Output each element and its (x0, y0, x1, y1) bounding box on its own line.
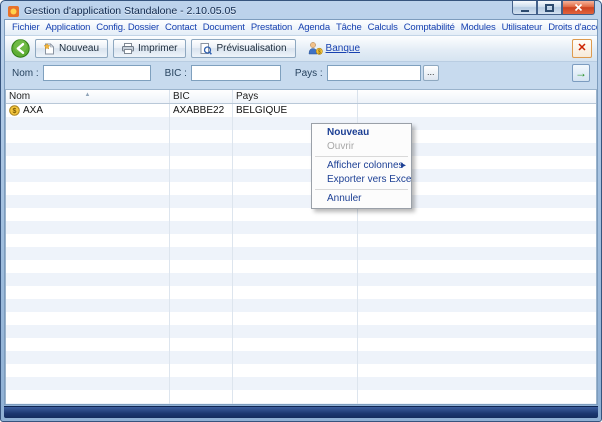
pays-filter-input[interactable] (327, 65, 421, 81)
menu-item-utilisateur[interactable]: Utilisateur (499, 22, 546, 33)
context-menu-item-ouvrir[interactable]: Ouvrir (312, 140, 411, 154)
svg-text:$: $ (317, 49, 320, 55)
banks-table: Nom ▲ BIC Pays (5, 89, 597, 404)
column-header-bic[interactable]: BIC (170, 90, 233, 103)
menu-item-tache[interactable]: Tâche (333, 22, 365, 33)
column-header-nom-label: Nom (9, 91, 30, 102)
cell-pays-value: BELGIQUE (236, 105, 287, 116)
close-panel-icon: ✕ (577, 43, 586, 54)
close-panel-button[interactable]: ✕ (572, 39, 592, 58)
cell-nom: $ AXA (6, 104, 170, 117)
window-body: Fichier Application Config. Dossier Cont… (4, 19, 598, 405)
preview-icon (200, 43, 212, 55)
menu-item-document[interactable]: Document (200, 22, 248, 33)
column-header-nom[interactable]: Nom ▲ (6, 90, 170, 103)
nouveau-button-label: Nouveau (59, 43, 99, 54)
banque-icon: $ (307, 41, 323, 56)
menu-item-fichier[interactable]: Fichier (9, 22, 42, 33)
go-arrow-icon: → (575, 67, 587, 79)
column-header-pays-label: Pays (236, 91, 258, 102)
grid-line (169, 104, 170, 404)
minimize-icon (521, 10, 529, 12)
cell-empty (358, 104, 596, 117)
banque-link[interactable]: Banque (326, 43, 360, 54)
maximize-icon (545, 4, 554, 12)
search-go-button[interactable]: → (572, 64, 590, 82)
maximize-button[interactable] (537, 1, 562, 15)
banque-link-group: $ Banque (307, 41, 360, 56)
menu-item-agenda[interactable]: Agenda (295, 22, 333, 33)
context-menu-item-afficher-colonnes-label: Afficher colonnes (327, 160, 404, 171)
table-row[interactable]: $ AXA AXABBE22 BELGIQUE (6, 104, 596, 117)
context-menu-separator (315, 156, 408, 157)
back-button[interactable] (10, 39, 30, 59)
column-header-bic-label: BIC (173, 91, 190, 102)
svg-text:$: $ (13, 108, 17, 115)
close-button[interactable] (562, 1, 595, 15)
imprimer-button[interactable]: Imprimer (113, 39, 186, 58)
menu-item-prestation[interactable]: Prestation (248, 22, 295, 33)
toolbar: Nouveau Imprimer Prévisualisation (5, 36, 597, 62)
menu-item-config-dossier[interactable]: Config. Dossier (93, 22, 162, 33)
context-menu-item-afficher-colonnes[interactable]: Afficher colonnes ▶ (312, 159, 411, 173)
context-menu: Nouveau Ouvrir Afficher colonnes ▶ Expor… (311, 123, 412, 209)
bic-filter-input[interactable] (191, 65, 281, 81)
cell-bic: AXABBE22 (170, 104, 233, 117)
menu-item-droits-acces[interactable]: Droits d'accès (545, 22, 597, 33)
imprimer-button-label: Imprimer (138, 43, 177, 54)
pays-browse-button[interactable]: ... (423, 65, 439, 81)
sort-asc-icon: ▲ (85, 92, 91, 98)
back-arrow-icon (11, 39, 30, 58)
previsualisation-button-label: Prévisualisation (216, 43, 286, 54)
app-window: Gestion d'application Standalone - 2.10.… (0, 0, 602, 422)
minimize-button[interactable] (512, 1, 537, 15)
grid-line (232, 104, 233, 404)
submenu-arrow-icon: ▶ (401, 159, 406, 173)
app-icon (7, 5, 20, 18)
cell-pays: BELGIQUE (233, 104, 358, 117)
window-controls (512, 1, 595, 15)
nom-filter-input[interactable] (43, 65, 151, 81)
menu-item-calculs[interactable]: Calculs (365, 22, 401, 33)
column-header-empty[interactable] (358, 90, 596, 103)
filter-bar: Nom : BIC : Pays : ... → (5, 62, 597, 84)
cell-bic-value: AXABBE22 (173, 105, 224, 116)
window-title: Gestion d'application Standalone - 2.10.… (24, 5, 236, 17)
menu-item-comptabilite[interactable]: Comptabilité (401, 22, 458, 33)
context-menu-item-exporter-excel[interactable]: Exporter vers Excel (312, 173, 411, 187)
titlebar[interactable]: Gestion d'application Standalone - 2.10.… (1, 1, 601, 19)
column-header-pays[interactable]: Pays (233, 90, 358, 103)
status-bar (4, 406, 598, 418)
nom-filter-label: Nom : (12, 68, 39, 79)
menu-item-application[interactable]: Application (42, 22, 93, 33)
new-document-icon (44, 43, 55, 55)
bic-filter-label: BIC : (165, 68, 187, 79)
context-menu-item-nouveau[interactable]: Nouveau (312, 126, 411, 140)
close-icon (574, 3, 583, 12)
printer-icon (122, 43, 134, 54)
table-header: Nom ▲ BIC Pays (6, 90, 596, 104)
previsualisation-button[interactable]: Prévisualisation (191, 39, 295, 58)
menu-item-contact[interactable]: Contact (162, 22, 200, 33)
menu-item-modules[interactable]: Modules (458, 22, 499, 33)
pays-filter-label: Pays : (295, 68, 323, 79)
context-menu-item-annuler[interactable]: Annuler (312, 192, 411, 206)
money-icon: $ (9, 105, 20, 116)
context-menu-separator (315, 189, 408, 190)
table-body[interactable]: $ AXA AXABBE22 BELGIQUE (6, 104, 596, 404)
nouveau-button[interactable]: Nouveau (35, 39, 108, 58)
cell-nom-value: AXA (23, 105, 43, 116)
menubar: Fichier Application Config. Dossier Cont… (5, 20, 597, 36)
